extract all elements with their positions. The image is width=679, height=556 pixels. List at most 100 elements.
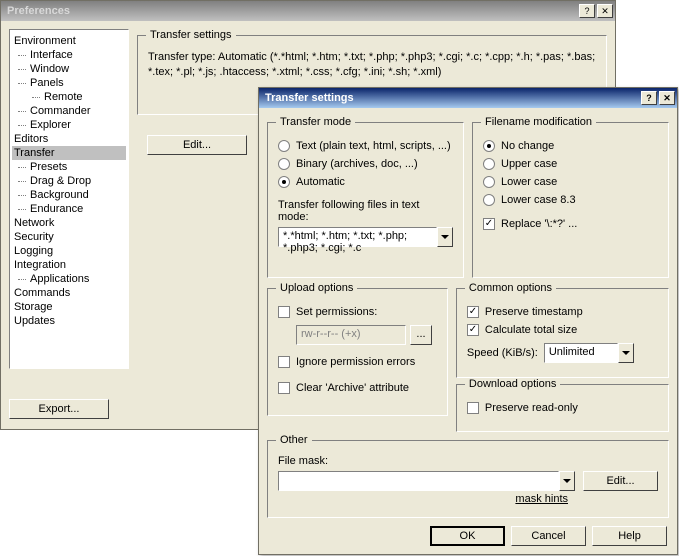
download-options-title: Download options	[465, 378, 560, 390]
tree-interface[interactable]: Interface	[12, 48, 126, 62]
radio-nochange[interactable]	[483, 140, 495, 152]
radio-text-label: Text (plain text, html, scripts, ...)	[296, 140, 451, 152]
tree-remote[interactable]: Remote	[12, 90, 126, 104]
chevron-down-icon[interactable]	[437, 227, 453, 247]
common-options-title: Common options	[465, 282, 556, 294]
check-preserve-ts[interactable]	[467, 306, 479, 318]
radio-lower83-label: Lower case 8.3	[501, 194, 576, 206]
radio-automatic-row[interactable]: Automatic	[278, 173, 453, 191]
help-icon[interactable]: ?	[579, 4, 595, 18]
upload-options-title: Upload options	[276, 282, 357, 294]
tree-transfer[interactable]: Transfer	[12, 146, 126, 160]
tree-background[interactable]: Background	[12, 188, 126, 202]
check-setperm[interactable]	[278, 306, 290, 318]
tree-applications[interactable]: Applications	[12, 272, 126, 286]
check-calc-size-row[interactable]: Calculate total size	[467, 321, 658, 339]
mask-hints-link[interactable]: mask hints	[278, 493, 658, 505]
radio-lower83-row[interactable]: Lower case 8.3	[483, 191, 658, 209]
preferences-titlebar: Preferences ? ✕	[1, 1, 615, 21]
check-calc-size-label: Calculate total size	[485, 324, 577, 336]
cancel-button[interactable]: Cancel	[511, 526, 586, 546]
export-button[interactable]: Export...	[9, 399, 109, 419]
tree-explorer[interactable]: Explorer	[12, 118, 126, 132]
dialog-title: Transfer settings	[265, 92, 354, 104]
transfer-settings-title: Transfer settings	[146, 29, 236, 41]
radio-text-row[interactable]: Text (plain text, html, scripts, ...)	[278, 137, 453, 155]
check-ignore-errors-label: Ignore permission errors	[296, 356, 415, 368]
radio-lower-row[interactable]: Lower case	[483, 173, 658, 191]
transfer-mode-title: Transfer mode	[276, 116, 355, 128]
tree-environment[interactable]: Environment	[12, 34, 126, 48]
check-clear-archive-row[interactable]: Clear 'Archive' attribute	[278, 379, 437, 397]
file-mask-edit-button[interactable]: Edit...	[583, 471, 658, 491]
radio-lower-label: Lower case	[501, 176, 557, 188]
radio-lower[interactable]	[483, 176, 495, 188]
following-label: Transfer following files in text mode:	[278, 199, 453, 223]
close-icon[interactable]: ✕	[597, 4, 613, 18]
radio-upper-row[interactable]: Upper case	[483, 155, 658, 173]
preferences-title: Preferences	[7, 5, 70, 17]
tree-commands[interactable]: Commands	[12, 286, 126, 300]
radio-upper-label: Upper case	[501, 158, 557, 170]
edit-transfer-button[interactable]: Edit...	[147, 135, 247, 155]
preferences-tree[interactable]: Environment Interface Window Panels Remo…	[9, 29, 129, 369]
dialog-titlebar: Transfer settings ? ✕	[259, 88, 677, 108]
tree-security[interactable]: Security	[12, 230, 126, 244]
tree-dragdrop[interactable]: Drag & Drop	[12, 174, 126, 188]
filename-mod-group: Filename modification No change Upper ca…	[472, 122, 669, 278]
radio-automatic-label: Automatic	[296, 176, 345, 188]
radio-binary-row[interactable]: Binary (archives, doc, ...)	[278, 155, 453, 173]
radio-binary-label: Binary (archives, doc, ...)	[296, 158, 418, 170]
upload-options-group: Upload options Set permissions: rw-r--r-…	[267, 288, 448, 416]
check-clear-archive-label: Clear 'Archive' attribute	[296, 382, 409, 394]
text-mode-patterns-input[interactable]: *.*html; *.htm; *.txt; *.php; *.php3; *.…	[278, 227, 437, 247]
tree-logging[interactable]: Logging	[12, 244, 126, 258]
tree-network[interactable]: Network	[12, 216, 126, 230]
radio-nochange-row[interactable]: No change	[483, 137, 658, 155]
check-preserve-ts-row[interactable]: Preserve timestamp	[467, 303, 658, 321]
check-ignore-errors-row[interactable]: Ignore permission errors	[278, 353, 437, 371]
common-options-group: Common options Preserve timestamp Calcul…	[456, 288, 669, 378]
radio-upper[interactable]	[483, 158, 495, 170]
file-mask-label: File mask:	[278, 455, 658, 467]
check-preserve-ro-row[interactable]: Preserve read-only	[467, 399, 658, 417]
radio-binary[interactable]	[278, 158, 290, 170]
speed-combo[interactable]: Unlimited	[544, 343, 634, 363]
tree-panels[interactable]: Panels	[12, 76, 126, 90]
tree-storage[interactable]: Storage	[12, 300, 126, 314]
check-ignore-errors[interactable]	[278, 356, 290, 368]
check-calc-size[interactable]	[467, 324, 479, 336]
check-replace-row[interactable]: Replace '\:*?' ...	[483, 215, 658, 233]
text-mode-patterns-combo[interactable]: *.*html; *.htm; *.txt; *.php; *.php3; *.…	[278, 227, 453, 247]
other-group: Other File mask: Edit... mask hints	[267, 440, 669, 518]
check-preserve-ro[interactable]	[467, 402, 479, 414]
ok-button[interactable]: OK	[430, 526, 505, 546]
speed-input[interactable]: Unlimited	[544, 343, 618, 363]
tree-window[interactable]: Window	[12, 62, 126, 76]
radio-automatic[interactable]	[278, 176, 290, 188]
help-icon[interactable]: ?	[641, 91, 657, 105]
check-replace-label: Replace '\:*?' ...	[501, 218, 577, 230]
check-setperm-row[interactable]: Set permissions:	[278, 303, 437, 321]
permissions-browse-button[interactable]: ...	[410, 325, 432, 345]
chevron-down-icon[interactable]	[618, 343, 634, 363]
tree-updates[interactable]: Updates	[12, 314, 126, 328]
check-clear-archive[interactable]	[278, 382, 290, 394]
filename-mod-title: Filename modification	[481, 116, 596, 128]
file-mask-combo[interactable]	[278, 471, 575, 491]
tree-editors[interactable]: Editors	[12, 132, 126, 146]
help-button[interactable]: Help	[592, 526, 667, 546]
permissions-input: rw-r--r-- (+x)	[296, 325, 406, 345]
transfer-settings-dialog: Transfer settings ? ✕ Transfer mode Text…	[258, 87, 678, 555]
chevron-down-icon[interactable]	[559, 471, 575, 491]
close-icon[interactable]: ✕	[659, 91, 675, 105]
radio-text[interactable]	[278, 140, 290, 152]
tree-presets[interactable]: Presets	[12, 160, 126, 174]
check-replace[interactable]	[483, 218, 495, 230]
tree-endurance[interactable]: Endurance	[12, 202, 126, 216]
check-setperm-label: Set permissions:	[296, 306, 377, 318]
tree-commander[interactable]: Commander	[12, 104, 126, 118]
tree-integration[interactable]: Integration	[12, 258, 126, 272]
file-mask-input[interactable]	[278, 471, 559, 491]
radio-lower83[interactable]	[483, 194, 495, 206]
